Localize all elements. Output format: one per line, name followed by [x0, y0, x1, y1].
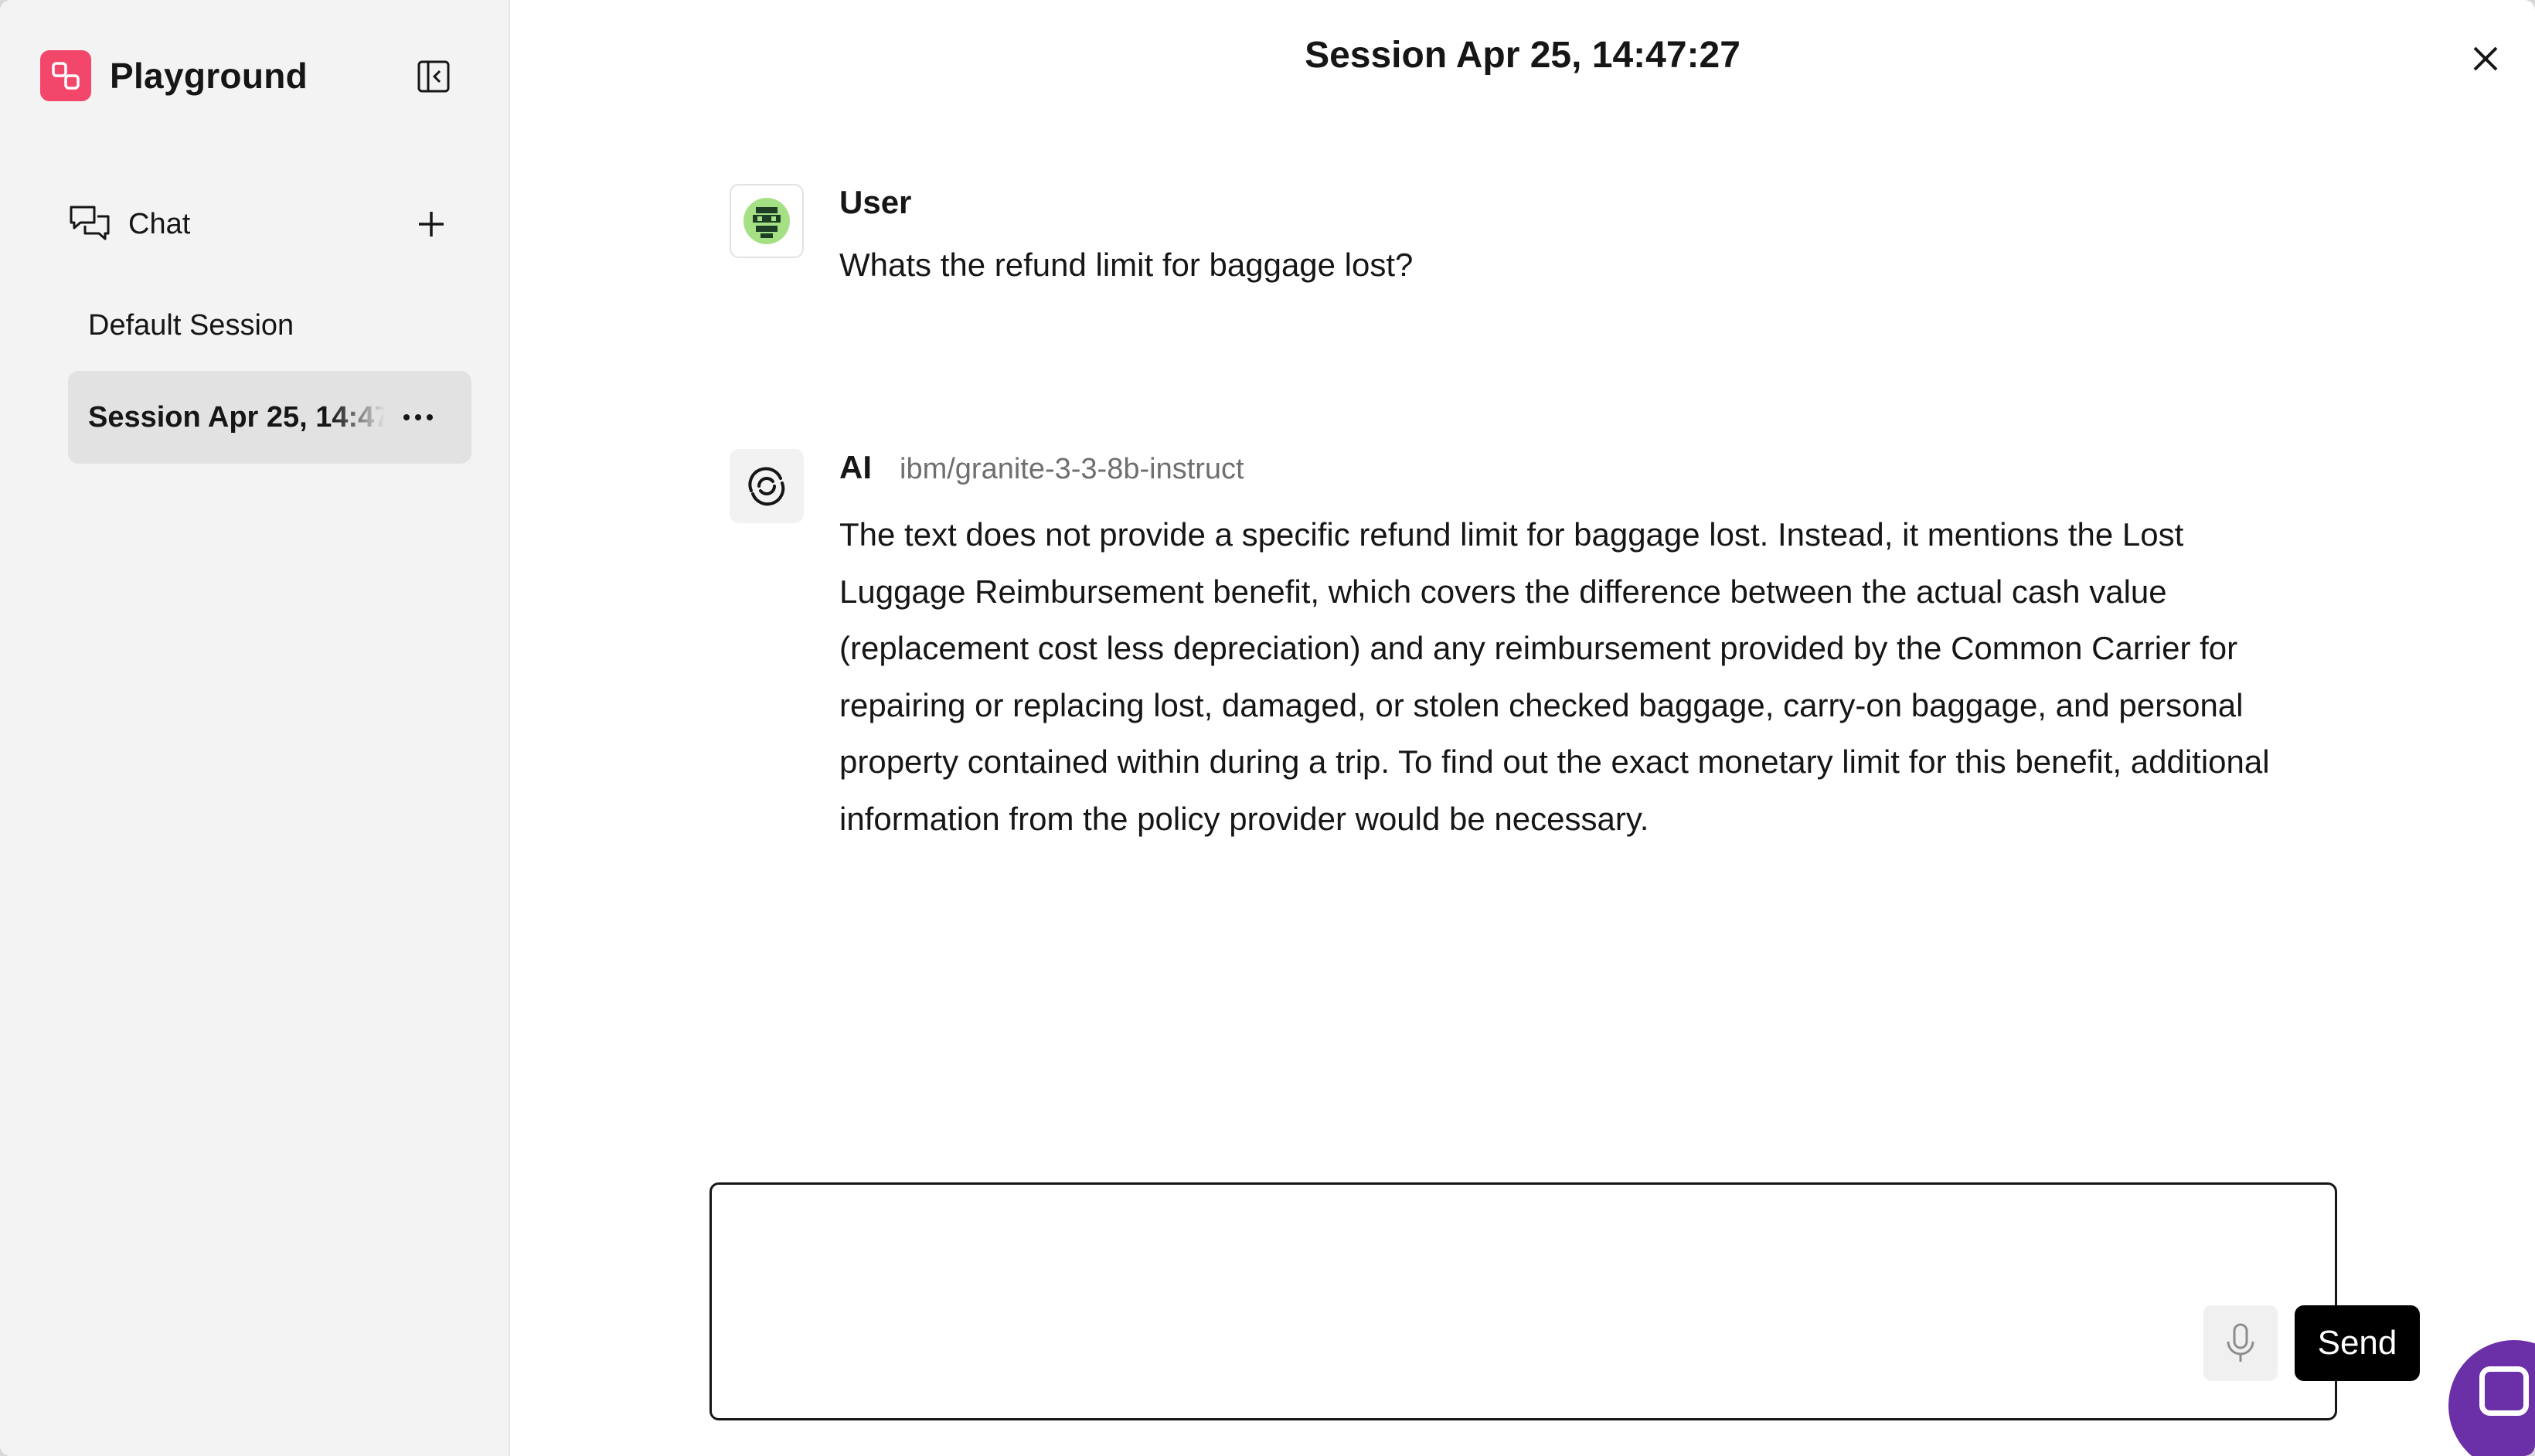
session-label: Default Session: [88, 308, 294, 342]
sidebar-item-label: Chat: [128, 207, 191, 240]
message-composer: Send: [709, 1182, 2420, 1420]
ai-avatar-icon: [730, 449, 804, 523]
model-name: ibm/granite-3-3-8b-instruct: [900, 453, 1244, 485]
message-input[interactable]: [735, 1205, 2049, 1344]
chat-icon: [70, 206, 110, 240]
sidebar: Playground Chat Default Session Session …: [0, 0, 510, 1456]
collapse-sidebar-icon[interactable]: [414, 57, 453, 96]
message-text: The text does not provide a specific ref…: [839, 516, 2270, 837]
user-avatar: [730, 184, 804, 258]
new-chat-plus-icon[interactable]: [410, 202, 453, 246]
close-icon[interactable]: [2465, 39, 2506, 79]
playground-logo-icon: [40, 50, 91, 101]
app-window: Playground Chat Default Session Session …: [0, 0, 2535, 1456]
send-button[interactable]: Send: [2295, 1305, 2420, 1381]
more-options-icon[interactable]: [397, 400, 439, 434]
session-item-active[interactable]: Session Apr 25, 14:47:27: [68, 371, 471, 464]
message-author: AI: [839, 449, 872, 485]
chat-panel: Session Apr 25, 14:47:27 User Whats the …: [510, 0, 2535, 1456]
message-body: User Whats the refund limit for baggage …: [839, 184, 2308, 294]
message-body: AI ibm/granite-3-3-8b-instruct The text …: [839, 449, 2308, 847]
message-author: User: [839, 184, 912, 220]
chat-bubble-icon: [2479, 1366, 2529, 1416]
app-name: Playground: [110, 56, 308, 96]
microphone-button[interactable]: [2203, 1305, 2278, 1381]
session-item-default[interactable]: Default Session: [68, 279, 471, 372]
session-label: Session Apr 25, 14:47:27: [88, 400, 385, 434]
brand: Playground: [40, 49, 308, 102]
message-text: Whats the refund limit for baggage lost?: [839, 247, 1414, 283]
microphone-icon: [2227, 1323, 2254, 1362]
page-title: Session Apr 25, 14:47:27: [1305, 35, 1740, 76]
sidebar-item-chat[interactable]: Chat: [68, 201, 454, 247]
